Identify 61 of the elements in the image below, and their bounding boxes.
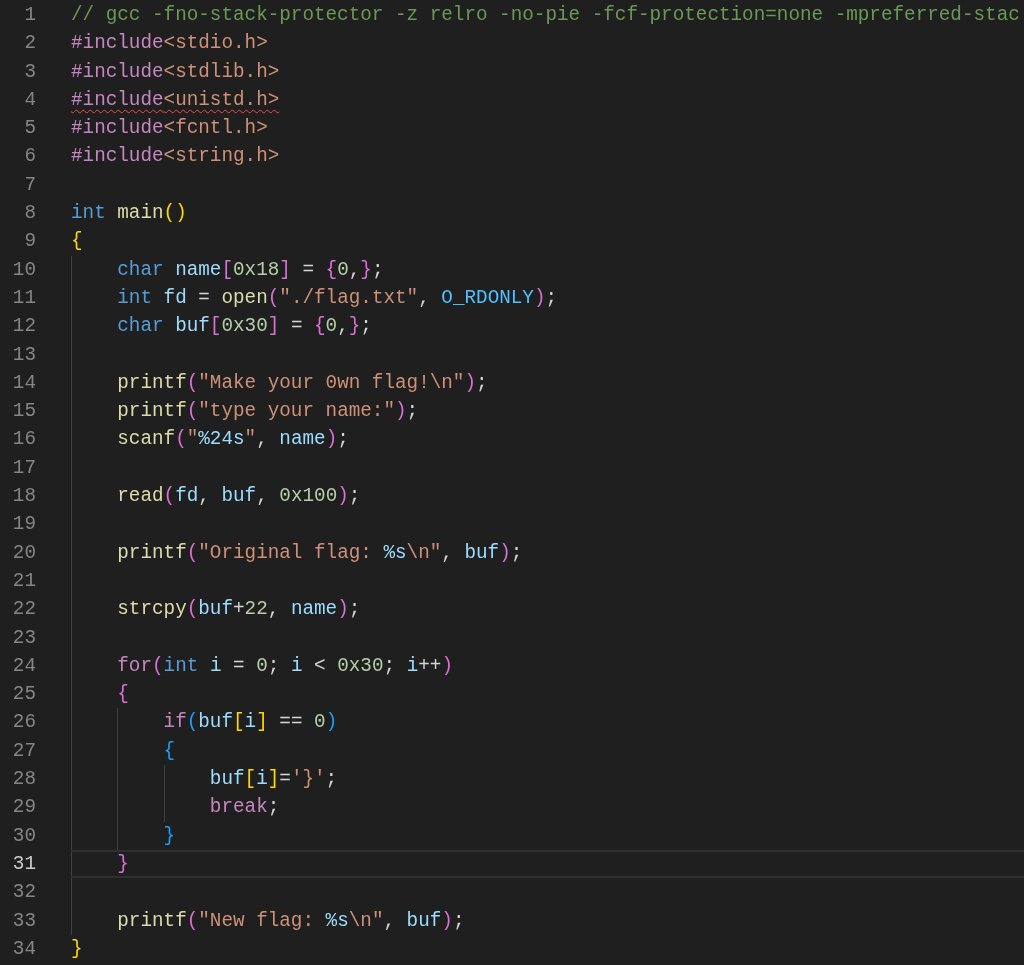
line-number: 33 [11, 908, 36, 934]
line-number: 21 [11, 568, 36, 594]
line-number: 1 [23, 3, 36, 28]
code-line: { [71, 230, 83, 253]
line-number: 23 [11, 625, 36, 651]
line-number: 32 [11, 880, 36, 906]
code-line: char name[0x18] = {0,}; [116, 258, 384, 281]
line-number: 9 [23, 229, 36, 255]
code-line: buf[i]='}'; [208, 768, 338, 790]
code-line: // gcc -fno-stack-protector -z relro -no-pie -fcf-protection=none -mpreferred-stac [71, 4, 1020, 26]
line-number: 34 [11, 936, 36, 962]
code-line: } [116, 852, 129, 875]
code-line: char buf[0x30] = {0,}; [116, 315, 372, 338]
code-line: } [162, 824, 176, 847]
line-number: 13 [11, 342, 36, 368]
line-number: 2 [23, 31, 36, 57]
code-line: break; [208, 796, 280, 819]
line-number: 12 [11, 314, 36, 340]
code-line: { [116, 683, 129, 706]
line-number: 7 [23, 172, 36, 198]
line-number: 6 [23, 144, 36, 170]
line-number: 31 [11, 851, 36, 877]
code-line: #include<unistd.h> [71, 88, 280, 111]
line-number: 20 [11, 540, 36, 566]
line-number: 3 [23, 59, 36, 85]
code-line: #include<stdlib.h> [71, 60, 280, 83]
code-line: #include<string.h> [71, 145, 280, 168]
line-number: 22 [11, 597, 36, 623]
code-line: for(int i = 0; i < 0x30; i++) [116, 654, 453, 677]
line-number: 5 [23, 116, 36, 142]
code-line: printf("type your name:"); [116, 400, 419, 423]
line-number: 29 [11, 795, 36, 821]
line-number: 19 [11, 512, 36, 538]
line-number: 17 [11, 455, 36, 481]
line-number: 26 [11, 710, 36, 736]
line-number: 24 [11, 653, 36, 679]
line-number: 25 [11, 682, 36, 708]
code-line: printf("New flag: %s\n", buf); [116, 909, 465, 932]
code-line: strcpy(buf+22, name); [116, 598, 361, 621]
code-line: #include<fcntl.h> [71, 117, 268, 140]
line-number: 8 [23, 201, 36, 227]
line-number: 18 [11, 484, 36, 510]
code-line: int fd = open("./flag.txt", O_RDONLY); [116, 286, 558, 309]
line-number: 4 [23, 87, 36, 113]
line-number: 30 [11, 823, 36, 849]
code-line: } [71, 937, 83, 960]
line-number: 27 [11, 738, 36, 764]
code-line: read(fd, buf, 0x100); [116, 485, 361, 508]
code-line: printf("Original flag: %s\n", buf); [116, 541, 523, 564]
code-line: int main() [71, 202, 187, 225]
line-number: 15 [11, 399, 36, 425]
line-number: 14 [11, 370, 36, 396]
line-number: 16 [11, 427, 36, 453]
line-number: 10 [11, 257, 36, 283]
code-line: #include<stdio.h> [71, 32, 268, 55]
code-line: { [162, 739, 176, 762]
code-line: printf("Make your 0wn flag!\n"); [116, 371, 488, 394]
code-line: if(buf[i] == 0) [162, 711, 338, 734]
line-number: 11 [11, 285, 36, 311]
code-line: scanf("%24s", name); [116, 428, 349, 451]
line-number: 28 [11, 767, 36, 792]
